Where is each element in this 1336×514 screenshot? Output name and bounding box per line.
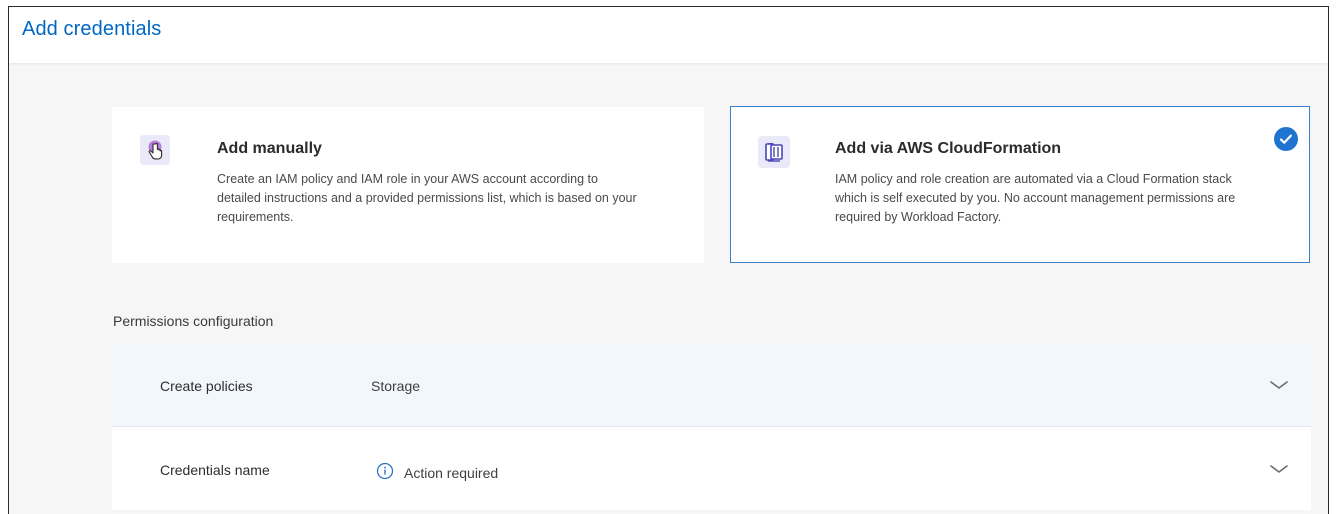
info-icon	[376, 462, 394, 483]
page-title: Add credentials	[22, 18, 162, 40]
selected-check-icon	[1274, 127, 1298, 151]
option-description: IAM policy and role creation are automat…	[835, 172, 1236, 224]
row-label: Credentials name	[160, 462, 270, 478]
chevron-down-icon[interactable]	[1267, 373, 1291, 397]
create-policies-row[interactable]: Create policies Storage	[112, 343, 1311, 427]
option-card-add-manually[interactable]: Add manually Create an IAM policy and IA…	[112, 107, 704, 263]
permissions-section-label: Permissions configuration	[113, 313, 274, 329]
row-label: Create policies	[160, 378, 253, 394]
page-header: Add credentials	[9, 7, 1328, 63]
cloudformation-icon	[758, 136, 790, 168]
chevron-down-icon[interactable]	[1267, 457, 1291, 481]
option-description: Create an IAM policy and IAM role in you…	[217, 172, 637, 224]
status-text: Action required	[404, 464, 499, 481]
action-required-status: Action required	[376, 462, 498, 483]
row-value: Storage	[371, 378, 421, 394]
credentials-name-row[interactable]: Credentials name Action required	[112, 426, 1311, 510]
option-title: Add manually	[217, 140, 322, 157]
hand-pointer-icon	[140, 135, 170, 165]
option-title: Add via AWS CloudFormation	[835, 140, 1062, 157]
option-card-add-via-cloudformation[interactable]: Add via AWS CloudFormation IAM policy an…	[730, 106, 1310, 263]
add-credentials-panel: Add credentials Add manually Create an I…	[8, 6, 1329, 514]
